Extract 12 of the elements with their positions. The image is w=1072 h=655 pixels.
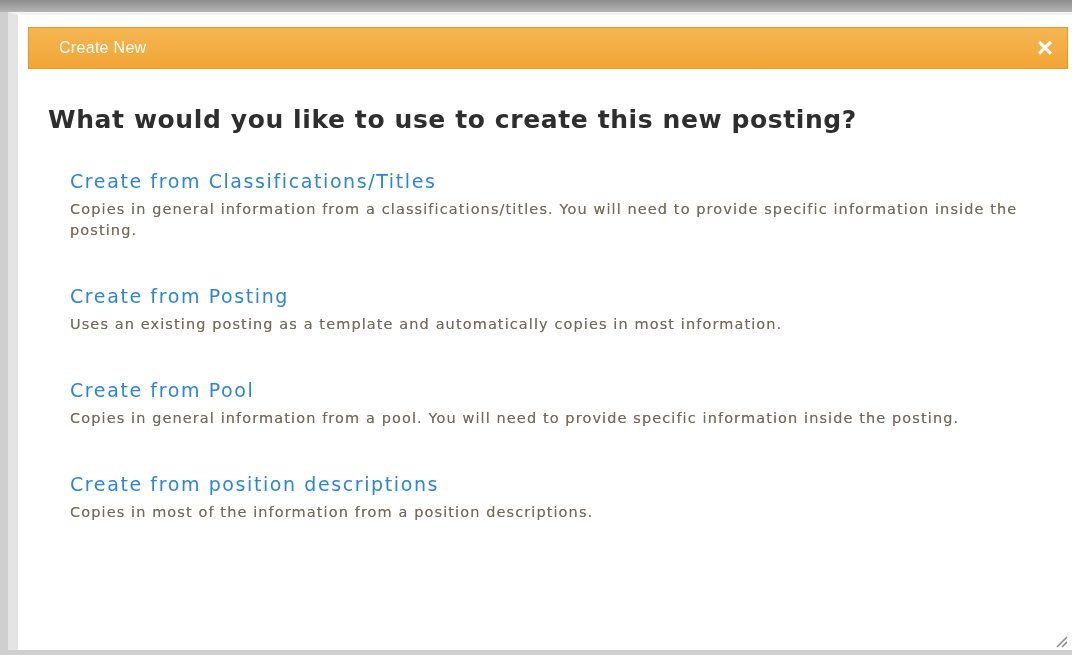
option-link[interactable]: Create from Classifications/Titles [70,170,437,192]
dialog-title: Create New [59,39,147,57]
option-link[interactable]: Create from Posting [70,285,289,307]
close-button[interactable]: × [1036,34,1053,62]
resize-grip-icon[interactable] [1054,634,1068,648]
option-description: Uses an existing posting as a template and automatically copies in most information. [70,315,783,334]
option-description: Copies in general information from a classifications/titles. You will need to provide specific information inside the posting. [70,200,1019,240]
dialog-heading: What would you like to use to create this new posting? [48,105,858,134]
option-description: Copies in general information from a pool. You will need to provide specific information inside the posting. [70,409,960,428]
option-link[interactable]: Create from position descriptions [70,473,440,495]
option-link[interactable]: Create from Pool [70,379,255,401]
option-description: Copies in most of the information from a position descriptions. [70,503,594,522]
